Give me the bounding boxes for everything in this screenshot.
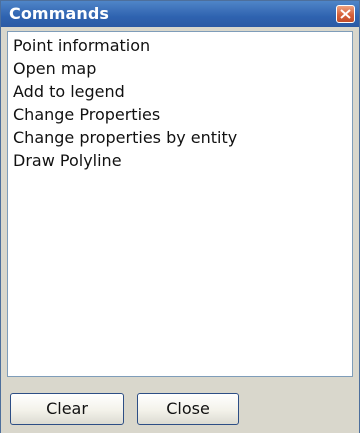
command-items: Point information Open map Add to legend… (8, 32, 352, 172)
close-button[interactable]: Close (137, 393, 239, 425)
command-item-add-to-legend[interactable]: Add to legend (13, 80, 352, 103)
button-bar: Clear Close (1, 381, 359, 433)
window-title: Commands (9, 4, 110, 23)
window-close-button[interactable] (336, 5, 355, 23)
command-item-change-properties[interactable]: Change Properties (13, 103, 352, 126)
commands-window: Commands Point information Open map Add … (0, 0, 360, 433)
command-item-draw-polyline[interactable]: Draw Polyline (13, 149, 352, 172)
command-item-change-properties-by-entity[interactable]: Change properties by entity (13, 126, 352, 149)
close-icon (340, 9, 351, 19)
title-bar[interactable]: Commands (1, 1, 359, 27)
command-item-point-information[interactable]: Point information (13, 34, 352, 57)
clear-button[interactable]: Clear (10, 393, 124, 425)
command-item-open-map[interactable]: Open map (13, 57, 352, 80)
commands-list[interactable]: Point information Open map Add to legend… (7, 31, 353, 377)
